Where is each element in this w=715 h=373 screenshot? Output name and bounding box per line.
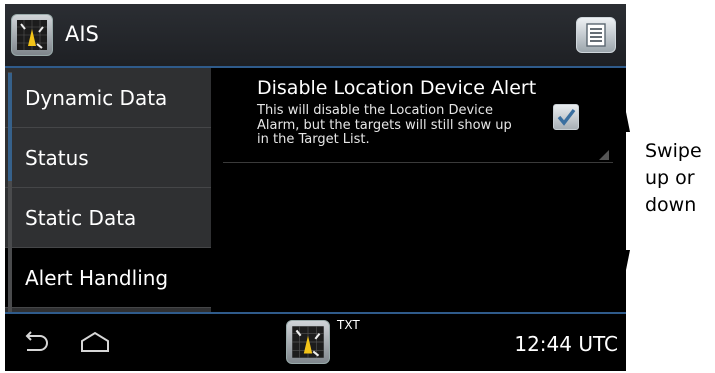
home-icon[interactable] [79, 330, 111, 358]
setting-description-line: in the Target List. [257, 132, 370, 147]
radar-app-icon[interactable] [286, 320, 330, 364]
system-navigation-bar: TXT 12:44 UTC [5, 312, 626, 371]
sidebar-item-label: Alert Handling [25, 265, 169, 290]
app-title: AIS [65, 22, 99, 46]
clock: 12:44 UTC [514, 332, 618, 356]
disable-alert-checkbox[interactable] [553, 104, 579, 130]
setting-description: This will disable the Location Device Al… [257, 103, 547, 148]
sidebar-item-alert-handling[interactable]: Alert Handling [5, 248, 211, 308]
sidebar-item-label: Dynamic Data [25, 85, 168, 110]
sidebar-item-static-data[interactable]: Static Data [5, 188, 211, 248]
annotation-line: Swipe [645, 140, 702, 162]
swipe-annotation: Swipe up or down [645, 138, 702, 219]
double-headed-arrow-icon [612, 92, 632, 294]
sidebar-scrollbar-thumb[interactable] [8, 73, 12, 181]
txt-label: TXT [337, 318, 360, 332]
sidebar: Dynamic Data Status Static Data Alert Ha… [5, 68, 211, 312]
list-item-corner-indicator [599, 150, 609, 160]
setting-title[interactable]: Disable Location Device Alert [257, 77, 536, 99]
settings-panel: Disable Location Device Alert This will … [211, 68, 626, 312]
back-arrow-icon[interactable] [21, 330, 49, 358]
annotation-line: up or [645, 167, 695, 189]
action-bar: AIS [5, 4, 626, 68]
sidebar-item-status[interactable]: Status [5, 128, 211, 188]
setting-description-line: This will disable the Location Device [257, 103, 493, 118]
menu-list-icon[interactable] [576, 17, 616, 53]
divider [223, 162, 613, 163]
device-screen: AIS Dynamic Data Status Static Data Aler… [5, 4, 626, 371]
sidebar-item-dynamic-data[interactable]: Dynamic Data [5, 68, 211, 128]
checkmark-icon [557, 108, 576, 126]
setting-description-line: Alarm, but the targets will still show u… [257, 117, 512, 133]
annotation-line: down [645, 194, 697, 216]
sidebar-item-label: Static Data [25, 205, 137, 230]
radar-app-icon[interactable] [11, 14, 53, 56]
sidebar-item-label: Status [25, 145, 89, 170]
